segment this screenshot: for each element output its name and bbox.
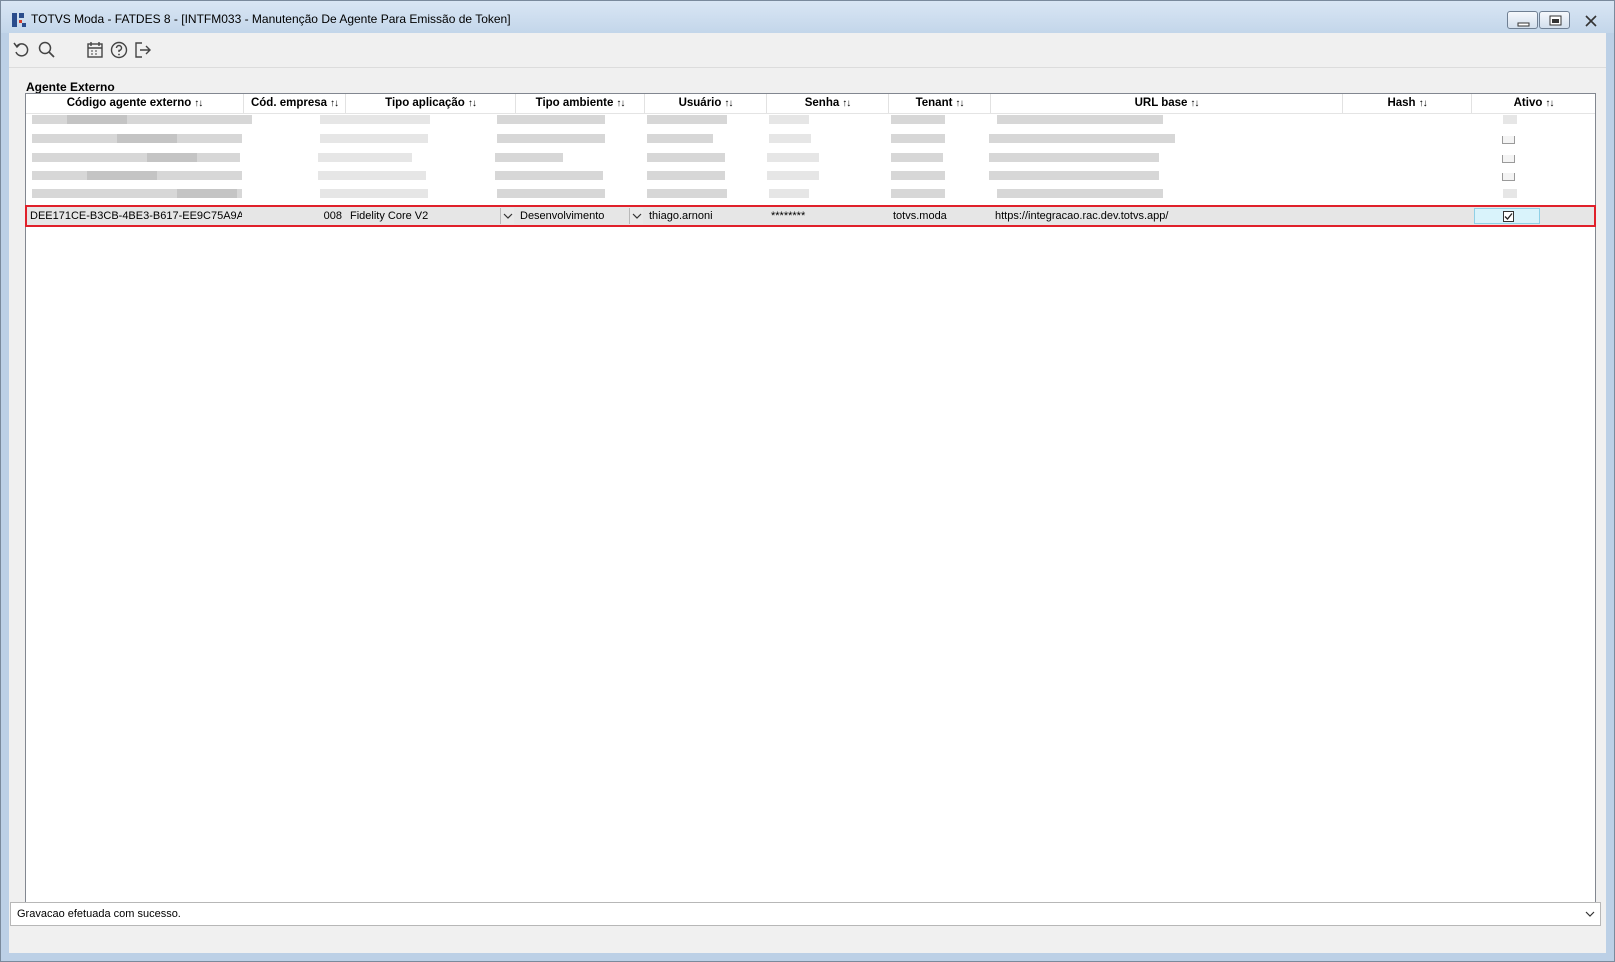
toolbar: [9, 33, 1606, 67]
calendar-icon[interactable]: [85, 40, 105, 60]
sort-icon: ↑↓: [1190, 98, 1199, 109]
window-title: TOTVS Moda - FATDES 8 - [INTFM033 - Manu…: [31, 12, 511, 26]
help-icon[interactable]: [109, 40, 129, 60]
search-icon[interactable]: [37, 40, 57, 60]
cell-tenant[interactable]: totvs.moda: [893, 206, 989, 226]
chevron-down-icon: [632, 213, 642, 219]
app-logo-icon: [11, 12, 27, 28]
column-header-tipo-ambiente[interactable]: Tipo ambiente ↑↓: [516, 94, 645, 113]
chevron-down-icon: [503, 213, 513, 219]
status-message: Gravacao efetuada com sucesso.: [17, 908, 181, 920]
data-grid[interactable]: Código agente externo ↑↓ Cód. empresa ↑↓ T…: [25, 93, 1596, 923]
column-header-tipo-aplicacao[interactable]: Tipo aplicação ↑↓: [346, 94, 516, 113]
cell-url-base[interactable]: https://integracao.rac.dev.totvs.app/: [995, 206, 1341, 226]
sort-icon: ↑↓: [467, 98, 477, 109]
group-title: Agente Externo: [26, 80, 115, 94]
minimize-button[interactable]: [1507, 11, 1538, 29]
sort-icon: ↑↓: [955, 98, 964, 109]
cell-hash[interactable]: [1347, 206, 1470, 226]
close-button[interactable]: [1571, 11, 1609, 29]
sort-icon: ↑↓: [724, 98, 733, 109]
column-header-url-base[interactable]: URL base ↑↓: [991, 94, 1343, 113]
redacted-row[interactable]: [27, 153, 1594, 171]
sort-icon: ↑↓: [1418, 98, 1428, 109]
redacted-row[interactable]: [27, 115, 1594, 133]
table-row-selected[interactable]: DEE171CE-B3CB-4BE3-B617-EE9C75A9AC05 008…: [25, 205, 1596, 227]
cell-senha[interactable]: ********: [771, 206, 887, 226]
app-window: TOTVS Moda - FATDES 8 - [INTFM033 - Manu…: [0, 0, 1615, 962]
column-header-codigo[interactable]: Código agente externo ↑↓: [26, 94, 244, 113]
exit-icon[interactable]: [133, 40, 153, 60]
title-bar: TOTVS Moda - FATDES 8 - [INTFM033 - Manu…: [1, 1, 1614, 33]
cell-tipo-aplicacao[interactable]: Fidelity Core V2: [350, 206, 496, 226]
column-header-ativo[interactable]: Ativo ↑↓: [1472, 94, 1595, 113]
sort-icon: ↑↓: [1545, 98, 1554, 109]
toolbar-divider: [9, 67, 1606, 68]
sort-icon: ↑↓: [842, 98, 851, 109]
status-bar[interactable]: Gravacao efetuada com sucesso.: [10, 902, 1601, 926]
cell-usuario[interactable]: thiago.arnoni: [649, 206, 765, 226]
column-header-empresa[interactable]: Cód. empresa ↑↓: [244, 94, 346, 113]
cell-empresa[interactable]: 008: [248, 206, 342, 226]
column-header-senha[interactable]: Senha ↑↓: [767, 94, 889, 113]
chevron-down-icon[interactable]: [1584, 908, 1596, 920]
checkmark-icon: [1504, 213, 1513, 220]
sort-icon: ↑↓: [616, 98, 625, 109]
redacted-row[interactable]: [27, 189, 1594, 207]
client-area: Agente Externo Código agente externo ↑↓ C…: [9, 33, 1606, 953]
column-header-hash[interactable]: Hash ↑↓: [1343, 94, 1472, 113]
redacted-row[interactable]: [27, 134, 1594, 152]
redacted-row[interactable]: [27, 171, 1594, 189]
cell-tipo-ambiente[interactable]: Desenvolvimento: [520, 206, 630, 226]
undo-icon[interactable]: [12, 40, 32, 60]
tipo-aplicacao-dropdown[interactable]: [500, 208, 514, 224]
column-header-usuario[interactable]: Usuário ↑↓: [645, 94, 767, 113]
cell-ativo[interactable]: [1474, 208, 1540, 224]
restore-button[interactable]: [1539, 11, 1570, 29]
ativo-checkbox[interactable]: [1503, 211, 1514, 222]
cell-codigo[interactable]: DEE171CE-B3CB-4BE3-B617-EE9C75A9AC05: [30, 206, 242, 226]
sort-icon: ↑↓: [330, 98, 339, 109]
sort-icon: ↑↓: [194, 98, 203, 109]
tipo-ambiente-dropdown[interactable]: [629, 208, 643, 224]
column-header-tenant[interactable]: Tenant ↑↓: [889, 94, 991, 113]
grid-header: Código agente externo ↑↓ Cód. empresa ↑↓ T…: [26, 94, 1595, 114]
